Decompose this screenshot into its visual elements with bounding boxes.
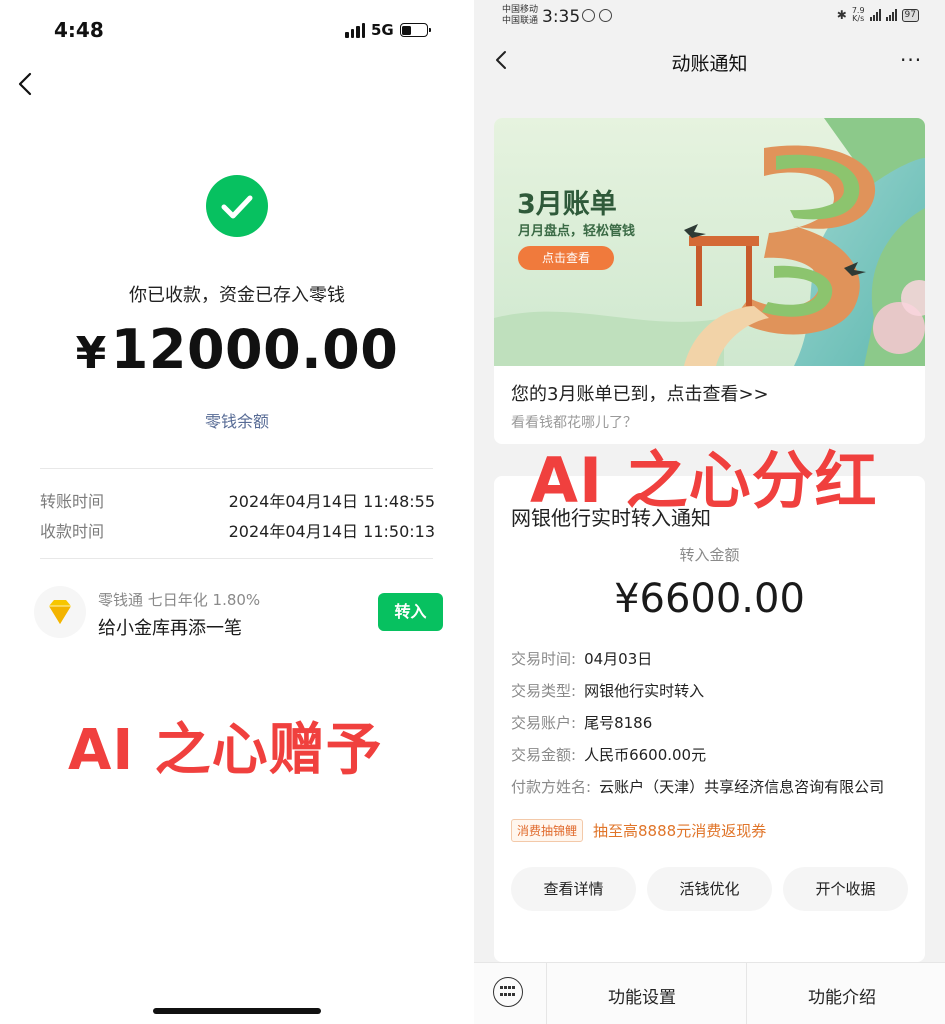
detail-value: 尾号8186	[584, 714, 653, 732]
detail-row: 交易账户: 尾号8186	[511, 712, 652, 733]
lqt-yield-text: 零钱通 七日年化 1.80%	[98, 591, 261, 609]
detail-value: 04月03日	[584, 650, 653, 668]
transfer-time-row: 转账时间 2024年04月14日 11:48:55	[40, 488, 435, 512]
carrier-labels: 中国移动 中国联通	[502, 5, 538, 27]
home-indicator[interactable]	[153, 1008, 321, 1014]
page-title: 动账通知	[671, 53, 748, 75]
amount-label: 转入金额	[679, 546, 740, 564]
receive-time-value: 2024年04月14日 11:50:13	[228, 522, 435, 541]
divider	[746, 963, 747, 1024]
transfer-in-button[interactable]: 转入	[378, 593, 443, 631]
bill-banner-title: 3月账单	[517, 189, 617, 220]
signal-icon	[885, 9, 897, 21]
bill-hint-text: 看看钱都花哪儿了？	[511, 415, 637, 431]
detail-label: 交易账户:	[511, 714, 577, 732]
detail-row: 交易时间: 04月03日	[511, 648, 652, 669]
received-amount: ¥12000.00	[0, 318, 474, 381]
watermark-text: AI 之心赠予	[68, 718, 383, 783]
divider	[40, 468, 433, 469]
detail-row: 交易金额: 人民币6600.00元	[511, 744, 706, 765]
network-speed: 7.9 K/s	[852, 7, 865, 23]
balance-link[interactable]: 零钱余额	[0, 408, 474, 432]
receive-time-row: 收款时间 2024年04月14日 11:50:13	[40, 518, 435, 542]
menu-function-settings[interactable]: 功能设置	[608, 983, 676, 1008]
signal-icon	[345, 22, 365, 38]
transfer-time-label: 转账时间	[40, 492, 105, 511]
diamond-icon	[34, 586, 86, 638]
transfer-time-value: 2024年04月14日 11:48:55	[228, 492, 435, 511]
detail-label: 交易时间:	[511, 650, 577, 668]
detail-row: 付款方姓名: 云账户（天津）共享经济信息咨询有限公司	[511, 776, 884, 797]
notification-icon	[582, 9, 595, 22]
detail-label: 付款方姓名:	[511, 778, 592, 796]
status-notification-icons	[582, 9, 612, 22]
view-details-button[interactable]: 查看详情	[511, 867, 636, 911]
battery-icon: 97	[901, 8, 919, 22]
bill-banner-subtitle: 月月盘点，轻松管钱	[518, 224, 636, 239]
detail-label: 交易类型:	[511, 682, 577, 700]
detail-value: 人民币6600.00元	[584, 746, 707, 764]
bottom-menu-bar: 功能设置 功能介绍	[474, 962, 945, 1024]
signal-icon	[869, 9, 881, 21]
transfer-amount: ¥6600.00	[614, 576, 805, 622]
success-check-icon	[206, 175, 268, 237]
promo-badge: 消费抽锦鲤	[511, 819, 584, 842]
receive-time-label: 收款时间	[40, 522, 105, 541]
keyboard-icon[interactable]	[493, 977, 523, 1007]
wechat-payment-receipt-screen: 4:48 5G 你已收款，资金已存入零钱 ¥12000.00 零钱余额 转账时间…	[0, 0, 474, 1024]
more-icon[interactable]: ···	[900, 48, 930, 72]
network-type: 5G	[371, 21, 394, 39]
status-bar-right: ✱ 7.9 K/s 97	[837, 7, 919, 23]
carrier-2: 中国联通	[502, 16, 539, 26]
monthly-bill-card[interactable]: 3月账单 月月盘点，轻松管钱 点击查看 您的3月账单已到，点击查看>> 看看钱都…	[494, 118, 925, 444]
watermark-text: AI 之心分红	[530, 444, 878, 517]
detail-value: 网银他行实时转入	[584, 682, 705, 700]
issue-receipt-button[interactable]: 开个收据	[783, 867, 908, 911]
detail-label: 交易金额:	[511, 746, 577, 764]
lqt-promo-text: 给小金库再添一笔	[98, 618, 242, 639]
battery-icon	[399, 23, 431, 37]
amount-value: 12000.00	[110, 318, 399, 381]
detail-value: 云账户（天津）共享经济信息咨询有限公司	[599, 778, 885, 796]
status-bar-time: 3:35	[542, 7, 581, 27]
promo-text: 抽至高8888元消费返现券	[593, 822, 767, 840]
call-icon	[599, 9, 612, 22]
back-icon[interactable]	[14, 70, 40, 98]
received-message: 你已收款，资金已存入零钱	[129, 285, 345, 306]
currency-symbol: ¥	[75, 328, 107, 379]
bill-arrived-text[interactable]: 您的3月账单已到，点击查看>>	[511, 380, 769, 406]
carrier-1: 中国移动	[502, 5, 539, 15]
promo-row[interactable]: 消费抽锦鲤 抽至高8888元消费返现券	[511, 819, 766, 842]
detail-row: 交易类型: 网银他行实时转入	[511, 680, 704, 701]
bluetooth-icon: ✱	[836, 8, 847, 22]
speed-unit: K/s	[852, 14, 865, 23]
status-bar-time: 4:48	[54, 18, 104, 42]
status-bar-right: 5G	[345, 21, 431, 39]
message-timestamp	[474, 79, 945, 93]
optimize-funds-button[interactable]: 活钱优化	[647, 867, 772, 911]
divider	[40, 558, 433, 559]
menu-function-intro[interactable]: 功能介绍	[808, 983, 876, 1008]
divider	[546, 963, 547, 1024]
transfer-notice-card: 网银他行实时转入通知 转入金额 ¥6600.00 交易时间: 04月03日 交易…	[494, 476, 925, 962]
bill-banner-image: 3月账单 月月盘点，轻松管钱 点击查看	[494, 118, 925, 366]
view-bill-button[interactable]: 点击查看	[518, 246, 614, 270]
